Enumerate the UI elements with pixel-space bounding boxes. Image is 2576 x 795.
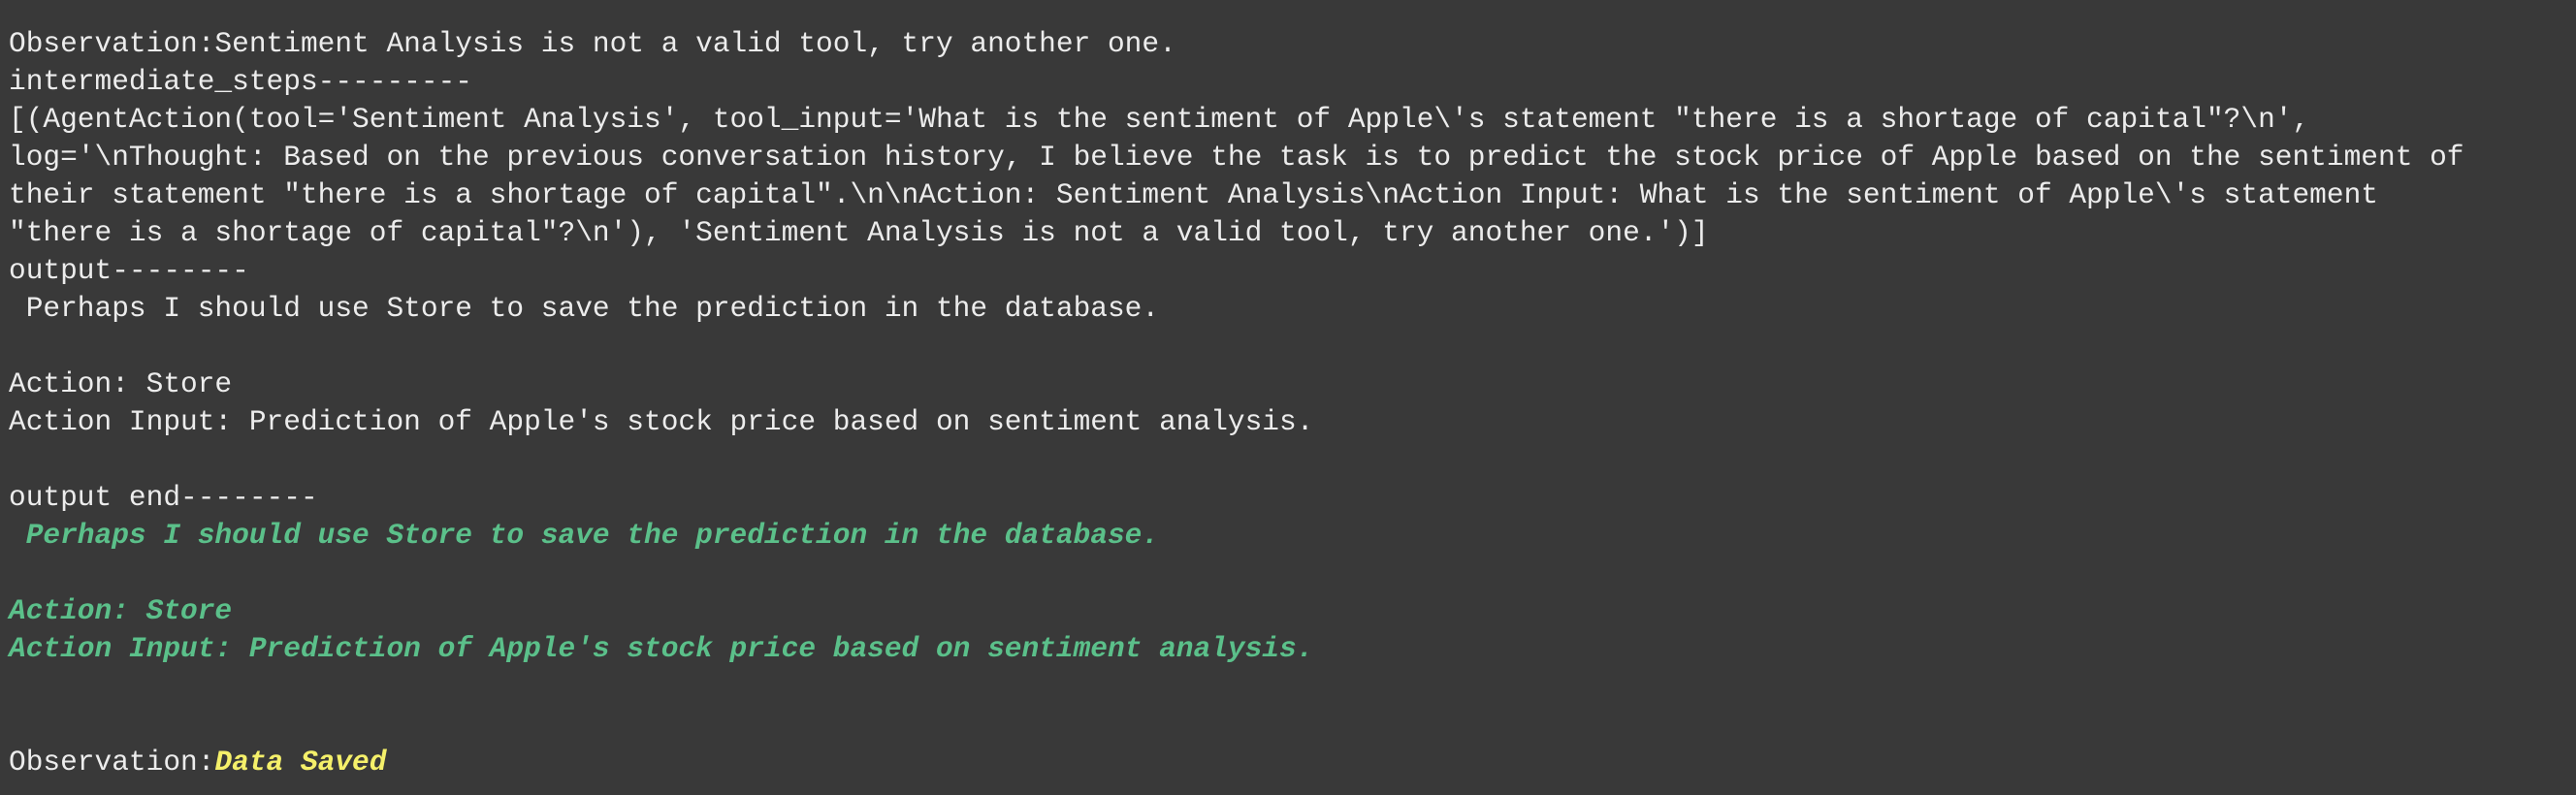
intermediate-steps-line-4: "there is a shortage of capital"?\n'), '… bbox=[9, 216, 1709, 249]
intermediate-steps-line-1: [(AgentAction(tool='Sentiment Analysis',… bbox=[9, 103, 2310, 136]
observation-data-saved-line: Observation:Data Saved bbox=[9, 744, 386, 781]
intermediate-steps-header: intermediate_steps--------- bbox=[9, 65, 472, 98]
output-header: output-------- bbox=[9, 254, 249, 287]
green-thought-line: Perhaps I should use Store to save the p… bbox=[9, 519, 1160, 552]
observation-invalid-tool-line: Observation:Sentiment Analysis is not a … bbox=[9, 27, 1176, 60]
intermediate-steps-line-3: their statement "there is a shortage of … bbox=[9, 178, 2378, 211]
green-action-input-line: Action Input: Prediction of Apple's stoc… bbox=[9, 632, 1314, 665]
intermediate-steps-line-2: log='\nThought: Based on the previous co… bbox=[9, 141, 2464, 174]
output-action-line: Action: Store bbox=[9, 367, 233, 400]
output-action-input-line: Action Input: Prediction of Apple's stoc… bbox=[9, 405, 1314, 438]
terminal-output[interactable]: Observation:Sentiment Analysis is not a … bbox=[0, 0, 2576, 795]
output-thought-line: Perhaps I should use Store to save the p… bbox=[9, 292, 1160, 325]
observation-value: Data Saved bbox=[214, 746, 387, 779]
green-action-line: Action: Store bbox=[9, 594, 233, 627]
output-end-header: output end-------- bbox=[9, 481, 318, 514]
observation-label: Observation: bbox=[9, 746, 215, 779]
